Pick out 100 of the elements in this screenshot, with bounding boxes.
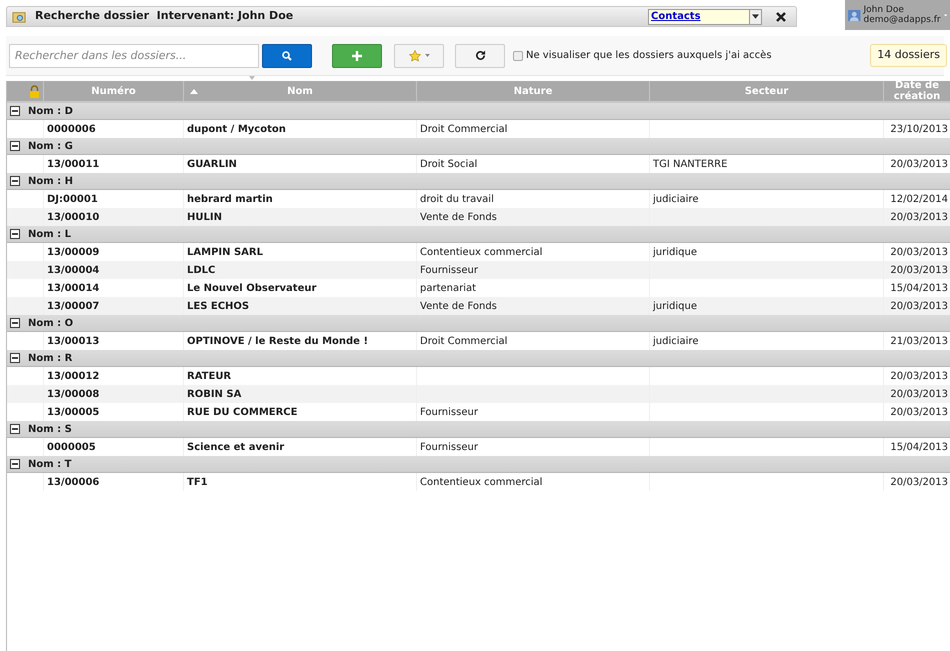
collapse-toggle[interactable] (10, 318, 20, 328)
minus-icon (12, 231, 18, 237)
group-label: Nom : S (28, 422, 72, 436)
table-cell-text: 13/00011 (47, 158, 100, 172)
table-cell-text: judiciaire (653, 192, 698, 206)
table-cell-text: HULIN (187, 210, 222, 224)
table-cell-text: LAMPIN SARL (187, 246, 263, 260)
table-cell-text: Fournisseur (420, 264, 478, 278)
search-button[interactable] (262, 44, 312, 68)
group-label: Nom : T (28, 458, 72, 472)
table-cell-text: juridique (653, 300, 697, 314)
collapse-toggle[interactable] (10, 353, 20, 363)
table-cell-text: Droit Commercial (420, 334, 508, 348)
sort-up-icon (190, 88, 198, 94)
table-cell-text: 12/02/2014 (890, 192, 948, 206)
caret-icon (752, 14, 759, 19)
collapse-toggle[interactable] (10, 141, 20, 151)
table-cell-text: Le Nouvel Observateur (187, 282, 316, 296)
group-row[interactable]: Nom : G (7, 138, 950, 155)
group-label: Nom : H (28, 174, 73, 188)
star-icon (408, 50, 420, 62)
table-cell-text: DJ:00001 (47, 192, 98, 206)
table-cell-text: 15/04/2013 (890, 440, 948, 454)
table-cell-text: 13/00006 (47, 476, 100, 490)
minus-icon (12, 178, 18, 184)
table-cell-text: TGI NANTERRE (653, 158, 728, 172)
plus-icon (352, 50, 362, 60)
table-cell-text: 20/03/2013 (890, 210, 948, 224)
table-cell-text: judiciaire (653, 334, 698, 348)
table-cell-text: 0000006 (47, 122, 96, 136)
table-cell-text: 13/00013 (47, 334, 100, 348)
table-cell-text: dupont / Mycoton (187, 122, 286, 136)
minus-icon (12, 461, 18, 467)
table-cell-text: 13/00014 (47, 282, 100, 296)
table-cell-text: hebrard martin (187, 192, 273, 206)
table-cell-text: Contentieux commercial (420, 246, 542, 260)
table-cell-text: 13/00004 (47, 264, 100, 278)
search-field[interactable]: Rechercher dans les dossiers... (9, 44, 259, 68)
group-row[interactable]: Nom : L (7, 226, 950, 243)
table-cell-text: Vente de Fonds (420, 300, 497, 314)
table-cell-text: Science et avenir (187, 440, 284, 454)
user-email: demo@adapps.fr (864, 15, 941, 25)
caret-icon (424, 54, 430, 57)
table-cell-text: droit du travail (420, 192, 494, 206)
search-icon (282, 50, 292, 60)
table-cell-text: 20/03/2013 (890, 370, 948, 384)
table-cell-text: Vente de Fonds (420, 210, 497, 224)
minus-icon (12, 320, 18, 326)
table-cell-text: 20/03/2013 (890, 158, 948, 172)
count-badge: 14 dossiers (870, 44, 947, 67)
table-cell-text: RUE DU COMMERCE (187, 406, 298, 420)
filter-checkbox[interactable] (513, 50, 523, 60)
table-cell-text: GUARLIN (187, 158, 237, 172)
table-cell-text: 20/03/2013 (890, 264, 948, 278)
user-menu[interactable]: John Doe demo@adapps.fr (845, 0, 950, 30)
minus-icon (12, 108, 18, 114)
group-row[interactable]: Nom : H (7, 173, 950, 190)
table-cell-text: 13/00005 (47, 406, 100, 420)
group-label: Nom : L (28, 228, 71, 242)
table-cell-text: LES ECHOS (187, 300, 250, 314)
lock-icon (28, 84, 40, 98)
collapse-toggle[interactable] (10, 424, 20, 434)
table-cell-text: Contentieux commercial (420, 476, 542, 490)
group-label: Nom : G (28, 140, 73, 154)
table-cell-text: 20/03/2013 (890, 406, 948, 420)
filter-label: Ne visualiser que les dossiers auxquels j'ai accès (526, 49, 772, 63)
table-cell-text: 20/03/2013 (890, 388, 948, 402)
table-cell-text: 13/00010 (47, 210, 100, 224)
folder-search-icon (11, 10, 27, 24)
user-name: John Doe (864, 5, 905, 15)
group-row[interactable]: Nom : S (7, 421, 950, 438)
group-row[interactable]: Nom : O (7, 315, 950, 332)
table-cell-text: 13/00008 (47, 388, 100, 402)
table-cell-text: 13/00009 (47, 246, 100, 260)
table-cell-text: 20/03/2013 (890, 300, 948, 314)
table-cell-text: OPTINOVE / le Reste du Monde ! (187, 334, 368, 348)
refresh-icon (474, 50, 486, 61)
table-cell-text: 13/00012 (47, 370, 100, 384)
group-label: Nom : D (28, 104, 73, 118)
collapse-toggle[interactable] (10, 106, 20, 116)
collapse-toggle[interactable] (10, 459, 20, 469)
window-title: Recherche dossier Intervenant: John Doe (35, 8, 294, 24)
refresh-button[interactable] (455, 44, 505, 68)
group-row[interactable]: Nom : D (7, 103, 950, 120)
minus-icon (12, 355, 18, 361)
close-icon (776, 12, 786, 22)
group-label: Nom : O (28, 316, 74, 330)
minus-icon (12, 143, 18, 149)
table-cell-text: LDLC (187, 264, 216, 278)
contacts-select[interactable]: Contacts (648, 8, 762, 24)
table-cell-text: TF1 (187, 476, 208, 490)
table-cell-text: 21/03/2013 (890, 334, 948, 348)
collapse-toggle[interactable] (10, 176, 20, 186)
group-row[interactable]: Nom : T (7, 456, 950, 473)
collapse-toggle[interactable] (10, 229, 20, 239)
table-cell-text: 20/03/2013 (890, 246, 948, 260)
table-cell-text: 0000005 (47, 440, 96, 454)
table-cell-text: 20/03/2013 (890, 476, 948, 490)
group-row[interactable]: Nom : R (7, 350, 950, 367)
add-button[interactable] (332, 44, 382, 68)
